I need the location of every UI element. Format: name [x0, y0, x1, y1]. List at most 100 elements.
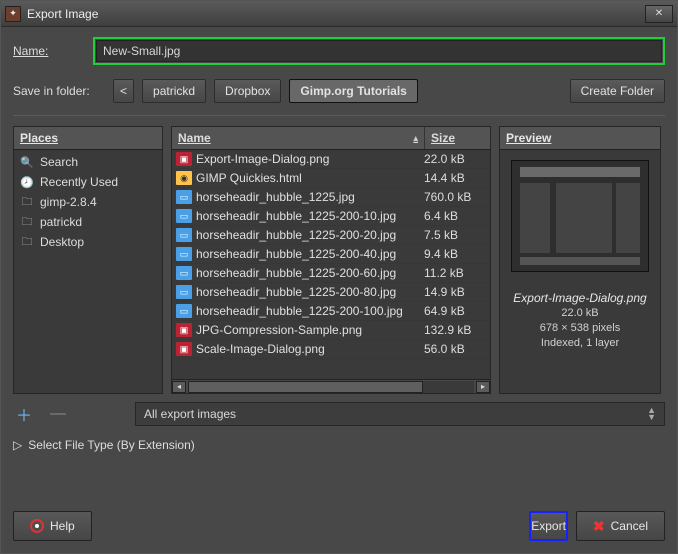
filename-input[interactable] [96, 40, 662, 62]
file-type-filter-label: All export images [144, 407, 236, 421]
close-button[interactable]: ✕ [645, 5, 673, 23]
folder-icon: 🗀 [20, 235, 34, 249]
help-button[interactable]: Help [13, 511, 92, 541]
window-title: Export Image [27, 7, 645, 21]
sort-asc-icon: ▴ [413, 133, 418, 144]
file-list-panel: Name ▴ Size ▣Export-Image-Dialog.png22.0… [171, 126, 491, 394]
file-size: 6.4 kB [424, 209, 486, 223]
file-type-icon: ▭ [176, 266, 192, 280]
preview-panel: Preview Export-Image-Dialog.png 22.0 kB … [499, 126, 661, 394]
file-size: 7.5 kB [424, 228, 486, 242]
file-name: horseheadir_hubble_1225-200-80.jpg [196, 285, 424, 299]
places-item-label: gimp-2.8.4 [40, 195, 97, 209]
horizontal-scrollbar[interactable]: ◂ ▸ [172, 379, 490, 393]
select-file-type-label: Select File Type (By Extension) [28, 438, 195, 452]
places-item[interactable]: 🗀 gimp-2.8.4 [14, 192, 162, 212]
file-row[interactable]: ▭horseheadir_hubble_1225-200-60.jpg11.2 … [172, 264, 490, 283]
name-label: Name: [13, 44, 93, 58]
file-row[interactable]: ◉ GIMP Quickies.html14.4 kB [172, 169, 490, 188]
file-size: 14.4 kB [424, 171, 486, 185]
folder-icon: 🗀 [20, 215, 34, 229]
file-size: 22.0 kB [424, 152, 486, 166]
create-folder-button[interactable]: Create Folder [570, 79, 665, 103]
places-item-label: Recently Used [40, 175, 118, 189]
file-type-icon: ▭ [176, 247, 192, 261]
preview-thumbnail [511, 160, 649, 272]
export-button-label: Export [531, 519, 566, 533]
select-file-type-expander[interactable]: ▷ Select File Type (By Extension) [13, 438, 665, 452]
preview-header: Preview [500, 127, 660, 150]
save-in-folder-label: Save in folder: [13, 84, 105, 98]
file-size: 64.9 kB [424, 304, 486, 318]
file-row[interactable]: ▣ Scale-Image-Dialog.png56.0 kB [172, 340, 490, 359]
expander-arrow-icon: ▷ [13, 438, 22, 452]
places-item-label: Desktop [40, 235, 84, 249]
places-header: Places [14, 127, 162, 150]
places-item-label: Search [40, 155, 78, 169]
file-row[interactable]: ▣JPG-Compression-Sample.png132.9 kB [172, 321, 490, 340]
places-item[interactable]: 🕗 Recently Used [14, 172, 162, 192]
file-name: Scale-Image-Dialog.png [196, 342, 424, 356]
cancel-button[interactable]: ✖ Cancel [576, 511, 665, 541]
file-size: 11.2 kB [424, 266, 486, 280]
file-row[interactable]: ▭ horseheadir_hubble_1225-200-40.jpg9.4 k… [172, 245, 490, 264]
remove-bookmark-button: — [47, 404, 69, 424]
file-row[interactable]: ▣Export-Image-Dialog.png22.0 kB [172, 150, 490, 169]
file-type-icon: ▭ [176, 209, 192, 223]
column-name-header[interactable]: Name ▴ [172, 127, 424, 149]
scroll-left-icon[interactable]: ◂ [172, 381, 186, 393]
file-name: horseheadir_hubble_1225-200-20.jpg [196, 228, 424, 242]
file-list-header: Name ▴ Size [172, 127, 490, 150]
file-type-filter[interactable]: All export images ▲▼ [135, 402, 665, 426]
breadcrumb-item[interactable]: Dropbox [214, 79, 281, 103]
divider [13, 115, 665, 116]
titlebar: ✦ Export Image ✕ [1, 1, 677, 27]
file-size: 760.0 kB [424, 190, 486, 204]
app-icon: ✦ [5, 6, 21, 22]
file-name: JPG-Compression-Sample.png [196, 323, 424, 337]
file-name: horseheadir_hubble_1225-200-40.jpg [196, 247, 424, 261]
file-name: horseheadir_hubble_1225-200-100.jpg [196, 304, 424, 318]
file-size: 9.4 kB [424, 247, 486, 261]
places-panel: Places 🔍Search🕗Recently Used🗀gimp-2.8.4🗀… [13, 126, 163, 394]
scrollbar-thumb[interactable] [188, 381, 423, 393]
add-bookmark-button[interactable]: ＋ [13, 404, 35, 424]
breadcrumb-item-current[interactable]: Gimp.org Tutorials [289, 79, 417, 103]
file-type-icon: ▭ [176, 228, 192, 242]
file-row[interactable]: ▭horseheadir_hubble_1225-200-80.jpg14.9 … [172, 283, 490, 302]
file-row[interactable]: ▭ horseheadir_hubble_1225-200-10.jpg6.4 k… [172, 207, 490, 226]
export-button[interactable]: Export [529, 511, 568, 541]
file-type-icon: ▭ [176, 190, 192, 204]
file-type-icon: ▣ [176, 342, 192, 356]
file-name: GIMP Quickies.html [196, 171, 424, 185]
file-type-icon: ▣ [176, 323, 192, 337]
file-size: 56.0 kB [424, 342, 486, 356]
file-row[interactable]: ▭horseheadir_hubble_1225-200-100.jpg64.9… [172, 302, 490, 321]
file-name: horseheadir_hubble_1225.jpg [196, 190, 424, 204]
preview-dimensions: 678 × 538 pixels [540, 321, 620, 336]
preview-mode: Indexed, 1 layer [540, 336, 620, 351]
file-type-icon: ▣ [176, 152, 192, 166]
folder-icon: 🗀 [20, 195, 34, 209]
breadcrumb-item[interactable]: patrickd [142, 79, 206, 103]
scroll-right-icon[interactable]: ▸ [476, 381, 490, 393]
places-item[interactable]: 🗀patrickd [14, 212, 162, 232]
cancel-icon: ✖ [593, 518, 605, 535]
file-size: 14.9 kB [424, 285, 486, 299]
recent-icon: 🕗 [20, 175, 34, 189]
file-row[interactable]: ▭ horseheadir_hubble_1225-200-20.jpg7.5 k… [172, 226, 490, 245]
file-name: horseheadir_hubble_1225-200-10.jpg [196, 209, 424, 223]
column-size-header[interactable]: Size [424, 127, 490, 149]
preview-size: 22.0 kB [540, 306, 620, 321]
places-item[interactable]: 🔍 Search [14, 152, 162, 172]
column-name-label: Name [178, 131, 211, 145]
file-type-icon: ◉ [176, 171, 192, 185]
breadcrumb-back-button[interactable]: < [113, 79, 134, 103]
preview-filename: Export-Image-Dialog.png [513, 290, 646, 306]
search-icon: 🔍 [20, 155, 34, 169]
file-row[interactable]: ▭ horseheadir_hubble_1225.jpg760.0 kB [172, 188, 490, 207]
updown-icon: ▲▼ [647, 407, 656, 421]
help-button-label: Help [50, 519, 75, 533]
name-input-highlight [93, 37, 665, 65]
places-item[interactable]: 🗀 Desktop [14, 232, 162, 252]
